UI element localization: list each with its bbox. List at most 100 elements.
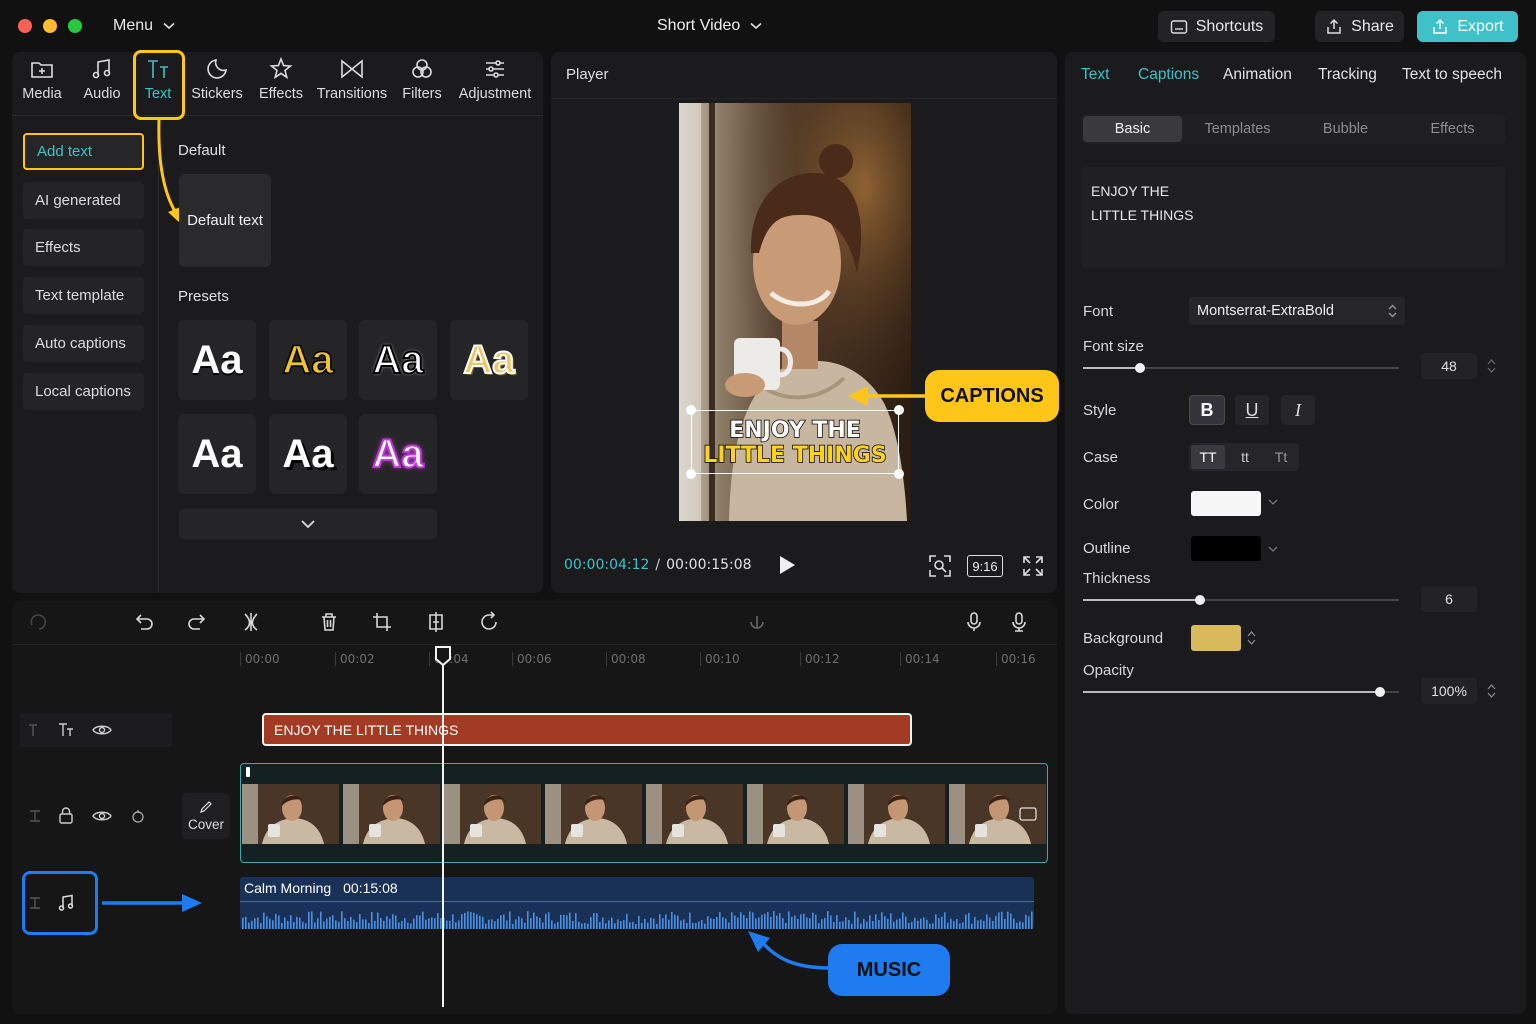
tool-effects[interactable]: Effects	[256, 56, 306, 112]
preset-plain[interactable]: Aa	[178, 414, 256, 494]
stepper-updown-icon[interactable]	[1487, 358, 1496, 374]
split-button[interactable]	[240, 611, 266, 637]
waveform-bar	[953, 921, 955, 929]
default-text-card[interactable]: Default text	[179, 174, 271, 267]
text-clip[interactable]: ENJOY THE LITTLE THINGS	[262, 713, 912, 746]
preset-white[interactable]: Aa	[178, 320, 256, 400]
preset-purple[interactable]: Aa	[359, 414, 437, 494]
trim-button[interactable]	[425, 611, 451, 637]
transition-icon[interactable]	[1018, 806, 1038, 822]
waveform-bar	[752, 912, 754, 929]
record-audio-button[interactable]	[1008, 611, 1034, 637]
tool-adjustment[interactable]: Adjustment	[455, 56, 535, 112]
share-button[interactable]: Share	[1315, 11, 1404, 42]
tool-transitions[interactable]: Transitions	[315, 56, 389, 112]
snap-toggle[interactable]	[746, 611, 772, 637]
split-disabled-button[interactable]	[28, 611, 54, 637]
tab-text-to-speech[interactable]: Text to speech	[1402, 66, 1502, 84]
preset-shadow[interactable]: Aa	[269, 414, 347, 494]
subtab-effects[interactable]: Effects	[1405, 116, 1500, 142]
caption-text-input[interactable]: ENJOY THE LITTLE THINGS	[1081, 167, 1505, 268]
tab-captions[interactable]: Captions	[1138, 66, 1199, 84]
subtab-bubble[interactable]: Bubble	[1298, 116, 1393, 142]
tool-filters[interactable]: Filters	[399, 56, 445, 112]
chevron-down-icon[interactable]	[1268, 498, 1278, 506]
subtab-basic[interactable]: Basic	[1083, 116, 1182, 142]
voiceover-button[interactable]	[963, 611, 989, 637]
text-color-swatch[interactable]	[1191, 491, 1261, 516]
cover-button[interactable]: Cover	[182, 793, 230, 839]
play-button[interactable]	[777, 555, 797, 575]
stepper-updown-icon[interactable]	[1487, 683, 1496, 699]
close-window-button[interactable]	[18, 19, 32, 33]
tool-audio[interactable]: Audio	[80, 56, 124, 112]
resize-handle[interactable]	[894, 469, 904, 479]
project-title-dropdown[interactable]: Short Video	[657, 17, 762, 35]
auto-captions-label: Auto captions	[35, 335, 126, 352]
menu-dropdown[interactable]: Menu	[113, 17, 175, 35]
resize-handle[interactable]	[686, 405, 696, 415]
redo-button[interactable]	[186, 611, 212, 637]
stepper-updown-icon[interactable]	[1247, 630, 1256, 646]
undo-button[interactable]	[133, 611, 159, 637]
minimize-window-button[interactable]	[43, 19, 57, 33]
preset-outline[interactable]: Aa	[359, 320, 437, 400]
underline-button[interactable]: U	[1235, 395, 1269, 425]
eye-icon[interactable]	[92, 722, 112, 738]
playhead-line[interactable]	[442, 660, 444, 1007]
preset-yellow[interactable]: Aa	[269, 320, 347, 400]
subtab-templates[interactable]: Templates	[1190, 116, 1285, 142]
bold-button[interactable]: B	[1189, 395, 1225, 425]
tab-tracking[interactable]: Tracking	[1318, 66, 1377, 84]
waveform-bar	[839, 921, 841, 929]
tab-animation[interactable]: Animation	[1223, 66, 1292, 84]
tab-text[interactable]: Text	[1081, 66, 1109, 84]
preset-gold[interactable]: Aa	[450, 320, 528, 400]
font-size-input[interactable]: 48	[1421, 353, 1477, 379]
more-presets-button[interactable]	[179, 509, 437, 539]
font-select[interactable]: Montserrat-ExtraBold	[1189, 297, 1405, 325]
ai-generated-button[interactable]: AI generated	[23, 182, 144, 219]
italic-button[interactable]: I	[1281, 395, 1315, 425]
waveform-bar	[692, 922, 694, 929]
local-captions-button[interactable]: Local captions	[23, 373, 144, 410]
aspect-ratio-button[interactable]: 9:16	[967, 555, 1003, 577]
opacity-slider-knob[interactable]	[1375, 687, 1385, 697]
tool-media[interactable]: Media	[19, 56, 65, 112]
case-titlecase-button[interactable]: Tt	[1264, 445, 1298, 469]
case-uppercase-button[interactable]: TT	[1191, 445, 1225, 469]
crop-button[interactable]	[371, 611, 397, 637]
shortcuts-button[interactable]: Shortcuts	[1158, 11, 1275, 42]
lock-icon[interactable]	[57, 806, 75, 824]
waveform-bar	[1031, 911, 1033, 929]
auto-captions-button[interactable]: Auto captions	[23, 325, 144, 362]
waveform-bar	[347, 920, 349, 929]
thickness-input[interactable]: 6	[1421, 586, 1477, 612]
opacity-input[interactable]: 100%	[1421, 678, 1477, 704]
tool-stickers[interactable]: Stickers	[190, 56, 244, 112]
thickness-slider-knob[interactable]	[1195, 595, 1205, 605]
export-button[interactable]: Export	[1417, 11, 1518, 42]
case-lowercase-button[interactable]: tt	[1228, 445, 1262, 469]
fullscreen-button[interactable]	[1022, 555, 1044, 577]
text-template-button[interactable]: Text template	[23, 277, 144, 314]
waveform-bar	[242, 917, 244, 929]
add-text-button[interactable]: Add text	[23, 133, 144, 170]
resize-handle[interactable]	[686, 469, 696, 479]
outline-color-swatch[interactable]	[1191, 536, 1261, 561]
waveform-bar	[311, 911, 313, 929]
maximize-window-button[interactable]	[68, 19, 82, 33]
background-color-swatch[interactable]	[1191, 625, 1241, 651]
font-size-slider-knob[interactable]	[1135, 363, 1145, 373]
volume-icon[interactable]	[130, 808, 146, 824]
clip-handle[interactable]	[246, 767, 250, 777]
eye-icon[interactable]	[92, 808, 112, 824]
chevron-down-icon[interactable]	[1268, 545, 1278, 553]
text-effects-button[interactable]: Effects	[23, 229, 144, 266]
rotate-button[interactable]	[478, 611, 504, 637]
text-style-icon[interactable]	[57, 721, 75, 739]
delete-button[interactable]	[318, 611, 344, 637]
export-label: Export	[1457, 17, 1504, 35]
fit-screen-button[interactable]	[928, 554, 952, 578]
playhead-handle-icon[interactable]	[434, 645, 452, 667]
